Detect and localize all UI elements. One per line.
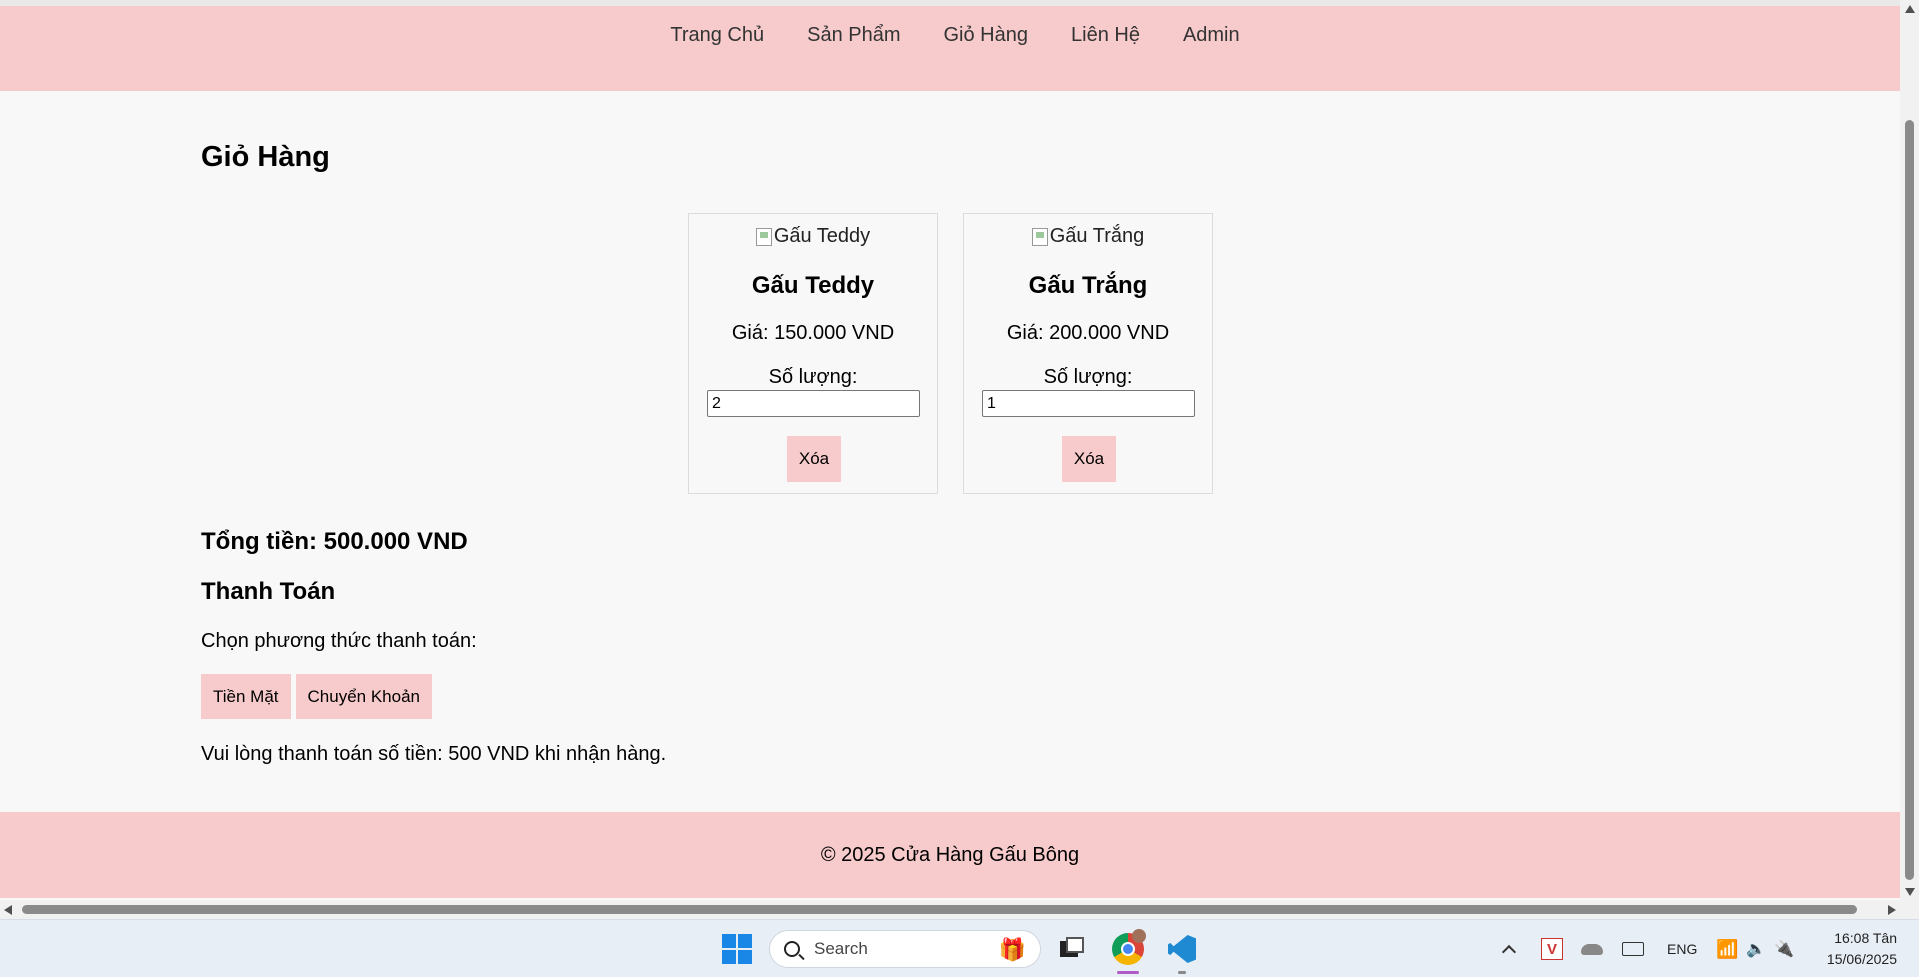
taskbar: Search 🎁 V ENG 📶 🔈 🔌 16:08 Tân 15/06/202… — [0, 919, 1919, 977]
payment-method-label: Chọn phương thức thanh toán: — [201, 630, 477, 652]
profile-badge-icon — [1132, 929, 1146, 943]
search-placeholder: Search — [814, 939, 868, 958]
product-price: Giá: 200.000 VND — [1006, 322, 1170, 344]
quantity-input[interactable] — [707, 390, 920, 417]
payment-title: Thanh Toán — [201, 578, 336, 605]
scroll-up-arrow-icon[interactable] — [1905, 5, 1915, 13]
search-icon — [784, 941, 800, 957]
battery-charging-icon[interactable]: 🔌 — [1774, 920, 1794, 977]
scroll-right-arrow-icon[interactable] — [1888, 905, 1896, 915]
nav-link-admin[interactable]: Admin — [1183, 24, 1240, 47]
scrollbar-corner — [1900, 900, 1919, 919]
broken-image-icon — [1031, 227, 1048, 246]
product-price: Giá: 150.000 VND — [731, 322, 895, 344]
volume-icon[interactable]: 🔈 — [1746, 920, 1766, 977]
nav-link-products[interactable]: Sản Phẩm — [807, 24, 900, 47]
horizontal-scrollbar[interactable] — [0, 900, 1900, 919]
cart-item: Gấu Teddy Gấu Teddy Giá: 150.000 VND Số … — [688, 213, 938, 494]
chrome-icon[interactable] — [1110, 929, 1146, 974]
task-view-icon[interactable] — [1054, 931, 1090, 967]
keyboard-icon[interactable] — [1622, 920, 1644, 977]
broken-image-icon — [755, 227, 772, 246]
wifi-icon[interactable]: 📶 — [1716, 920, 1738, 977]
taskbar-search[interactable]: Search 🎁 — [769, 930, 1041, 968]
delete-button[interactable]: Xóa — [1062, 436, 1116, 482]
vscode-icon[interactable] — [1164, 931, 1200, 974]
vertical-scrollbar[interactable] — [1900, 0, 1919, 900]
payment-note: Vui lòng thanh toán số tiền: 500 VND khi… — [201, 743, 667, 765]
nav-link-home[interactable]: Trang Chủ — [670, 24, 764, 47]
product-image: Gấu Teddy — [689, 225, 937, 248]
product-image-alt: Gấu Teddy — [773, 225, 871, 247]
start-button-windows-icon[interactable] — [722, 934, 752, 964]
cash-payment-button[interactable]: Tiền Mặt — [201, 674, 291, 719]
show-hidden-icons-chevron-up-icon[interactable] — [1501, 920, 1518, 977]
scroll-left-arrow-icon[interactable] — [4, 905, 12, 915]
language-indicator[interactable]: ENG — [1667, 920, 1697, 977]
site-footer: © 2025 Cửa Hàng Gấu Bông — [0, 812, 1900, 898]
product-image: Gấu Trắng — [964, 225, 1212, 248]
cloud-icon[interactable] — [1581, 920, 1603, 977]
product-name: Gấu Teddy — [751, 272, 875, 299]
transfer-payment-button[interactable]: Chuyển Khoản — [295, 674, 432, 719]
vertical-scroll-thumb[interactable] — [1905, 120, 1914, 880]
payment-methods: Tiền Mặt Chuyển Khoản — [201, 674, 432, 719]
cart-total: Tổng tiền: 500.000 VND — [201, 528, 468, 555]
tray-app-v-icon[interactable]: V — [1541, 920, 1563, 977]
cart-item: Gấu Trắng Gấu Trắng Giá: 200.000 VND Số … — [963, 213, 1213, 494]
clock-time: 16:08 Tân — [1834, 930, 1897, 946]
quantity-label: Số lượng: — [768, 366, 858, 388]
browser-viewport: Trang Chủ Sản Phẩm Giỏ Hàng Liên Hệ Admi… — [0, 0, 1900, 900]
cart-items: Gấu Teddy Gấu Teddy Giá: 150.000 VND Số … — [688, 213, 1213, 494]
horizontal-scroll-thumb[interactable] — [22, 905, 1857, 914]
nav-link-contact[interactable]: Liên Hệ — [1071, 24, 1140, 47]
product-image-alt: Gấu Trắng — [1049, 225, 1145, 247]
nav-link-cart[interactable]: Giỏ Hàng — [944, 24, 1029, 47]
gift-icon: 🎁 — [998, 937, 1026, 962]
scroll-down-arrow-icon[interactable] — [1905, 888, 1915, 896]
quantity-label: Số lượng: — [1043, 366, 1133, 388]
quantity-input[interactable] — [982, 390, 1195, 417]
delete-button[interactable]: Xóa — [787, 436, 841, 482]
footer-copyright: © 2025 Cửa Hàng Gấu Bông — [820, 843, 1080, 866]
main-nav: Trang Chủ Sản Phẩm Giỏ Hàng Liên Hệ Admi… — [0, 24, 1900, 47]
product-name: Gấu Trắng — [1028, 272, 1148, 299]
taskbar-clock[interactable]: 16:08 Tân 15/06/2025 — [1815, 928, 1915, 970]
clock-date: 15/06/2025 — [1826, 951, 1897, 967]
site-header: Trang Chủ Sản Phẩm Giỏ Hàng Liên Hệ Admi… — [0, 6, 1900, 91]
page-title: Giỏ Hàng — [201, 141, 330, 173]
